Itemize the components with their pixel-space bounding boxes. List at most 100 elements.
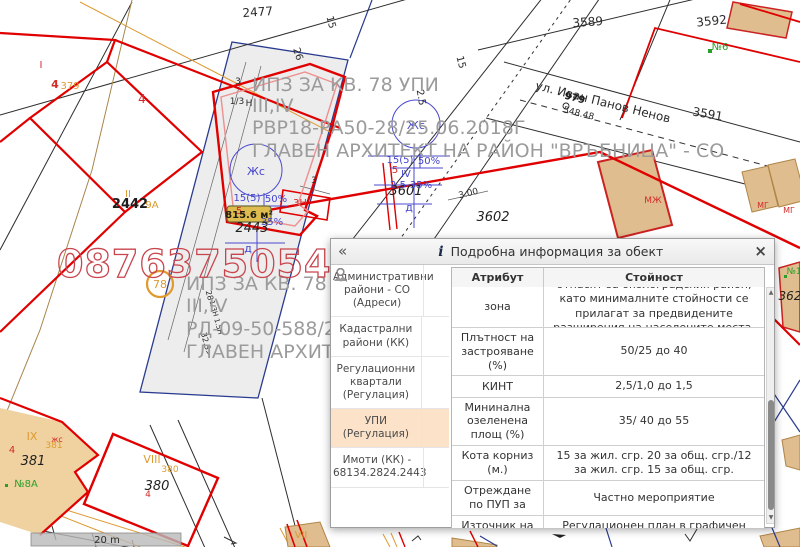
map-label: 4 [145, 490, 151, 500]
map-label: 3Н [293, 198, 307, 209]
map-label: 3 [311, 176, 317, 186]
attr-cell: Мининална озеленена площ (%) [452, 398, 544, 445]
map-label: 3 [235, 77, 241, 87]
map-label: 3.00 [458, 187, 480, 202]
value-cell: отнасят за околоградския район, като мин… [544, 287, 764, 327]
map-label: I [40, 60, 43, 71]
map-label: 815.6 м² [225, 210, 273, 221]
layer-pin-icon [423, 448, 449, 486]
collapse-button[interactable]: « [338, 244, 347, 259]
map-label: ГЛАВЕН АРХИТЕКТ НА РАЙОН "ВРЪБНИЦА" - СО [252, 139, 724, 162]
map-label: 15 [453, 55, 467, 70]
attribute-table-header: Атрибут Стойност [452, 268, 764, 287]
map-label: 5 [392, 165, 398, 176]
attribute-table: Атрибут Стойност зона отнасят за окологр… [451, 267, 765, 528]
map-label: III,IV [252, 95, 293, 117]
map-label: 4 [51, 78, 59, 91]
map-label: ИПЗ ЗА КВ. 78 УПИ [252, 74, 439, 96]
map-label: 4 [9, 445, 15, 456]
map-label: 379 [60, 81, 79, 92]
table-row: Източник на данните Регулационен план в … [452, 515, 764, 528]
table-row: Отреждане по ПУП за Частно мероприятие [452, 480, 764, 515]
map-label: РВР18-РА50-28/25.06.2018Г [252, 117, 525, 139]
layer-pin-icon [421, 317, 449, 355]
value-cell: Частно мероприятие [544, 481, 764, 515]
value-cell: 15 за жил. сгр. 20 за общ. сгр./12 за жи… [544, 446, 764, 481]
map-label: 15 [323, 15, 337, 30]
map-label: 2443 [235, 221, 268, 236]
value-cell: 35/ 40 до 55 [544, 398, 764, 445]
map-label: МГ [757, 201, 769, 210]
map-label: 2477 [242, 4, 273, 20]
table-row: зона отнасят за околоградския район, кат… [452, 287, 764, 327]
attr-cell: Отреждане по ПУП за [452, 481, 544, 515]
sidebar-item-cadastral-regions[interactable]: Кадастрални райони (КК) [331, 317, 449, 356]
map-label: IV [401, 169, 411, 180]
layer-pin-icon [421, 409, 449, 447]
map-label: 381 [21, 454, 46, 469]
value-cell: Регулационен план в графичен вид [544, 516, 764, 528]
map-label: 9А [145, 200, 158, 211]
close-icon[interactable]: × [754, 244, 767, 259]
map-label: №6 [712, 42, 729, 53]
map-label: VII [295, 530, 308, 541]
sidebar-item-regulation-quarters[interactable]: Регулационни квартали (Регулация) [331, 357, 449, 409]
map-label: ГЛАВЕН АРХИТ [186, 341, 334, 363]
map-label: VIII [143, 453, 160, 466]
sidebar-item-label: Кадастрални райони (КК) [331, 317, 421, 355]
map-label: №8А [14, 479, 38, 490]
table-row: Плътност на застрояване (%) 50/25 до 40 [452, 327, 764, 375]
scrollbar-thumb[interactable] [768, 400, 774, 510]
map-label: 50% [265, 194, 287, 205]
sidebar-item-label: УПИ (Регулация) [331, 409, 421, 447]
table-row: Мининална озеленена площ (%) 35/ 40 до 5… [452, 397, 764, 445]
map-label: д [405, 201, 413, 214]
attr-cell: Кота корниз (м.) [452, 446, 544, 481]
attr-cell: Източник на данните [452, 516, 544, 528]
map-label: 15(5) [234, 193, 261, 204]
map-label: жс [51, 435, 63, 444]
map-label: 20 m [94, 535, 120, 546]
panel-title: Подробна информация за обект [451, 244, 664, 259]
map-label: 3591 [691, 105, 724, 124]
layer-sidebar: Административни райони - СО (Адреси) Кад… [331, 265, 449, 488]
panel-title-wrap: i Подробна информация за обект [347, 244, 754, 260]
table-row: Кота корниз (м.) 15 за жил. сгр. 20 за о… [452, 445, 764, 481]
parcel-ix-fill [0, 408, 98, 535]
map-label: 4 [138, 92, 146, 106]
panel-body: Административни райони - СО (Адреси) Кад… [331, 265, 774, 528]
scroll-up-icon[interactable]: ▲ [767, 288, 774, 298]
sidebar-item-label: Имоти (КК) - 68134.2824.2443 [331, 448, 423, 486]
col-header-attribute: Атрибут [452, 268, 544, 287]
map-label: 3589 [572, 14, 603, 30]
attr-cell: Плътност на застрояване (%) [452, 328, 544, 375]
map-label: 2442 [112, 197, 148, 212]
info-icon: i [438, 244, 443, 260]
map-label: 2.5 [390, 180, 406, 191]
map-label: IX [27, 430, 38, 443]
attr-cell: КИНТ [452, 376, 544, 396]
table-row: КИНТ 2,5/1,0 до 1,5 [452, 375, 764, 396]
map-label: МЖ [644, 196, 662, 206]
map-label: 548.48 [562, 105, 595, 122]
map-label: 1/3 [230, 97, 244, 107]
map-label: 3592 [696, 12, 728, 29]
sidebar-item-imoti-kk[interactable]: Имоти (КК) - 68134.2824.2443 [331, 448, 449, 487]
map-label: 0876375054 [57, 242, 331, 286]
brown-line [0, 0, 132, 428]
scroll-down-icon[interactable]: ▼ [767, 513, 774, 523]
map-label: 3602 [476, 210, 509, 225]
table-scrollbar[interactable]: ▲ ▼ [766, 287, 774, 524]
value-cell: 2,5/1,0 до 1,5 [544, 376, 764, 396]
col-header-value: Стойност [544, 268, 764, 287]
map-label: МГ [783, 206, 795, 215]
map-label: №1 [786, 267, 800, 277]
info-panel: « i Подробна информация за обект × Админи… [330, 238, 775, 528]
layer-pin-icon [421, 357, 449, 408]
sidebar-item-upi-regulation[interactable]: УПИ (Регулация) [331, 409, 449, 448]
map-label: Жс [247, 165, 265, 178]
black-mark [552, 534, 566, 538]
gis-app: 247735893592№63591ул. Иван Панов Ненов97… [0, 0, 800, 547]
attr-cell: зона [452, 287, 544, 327]
map-label: 362 [779, 289, 800, 303]
